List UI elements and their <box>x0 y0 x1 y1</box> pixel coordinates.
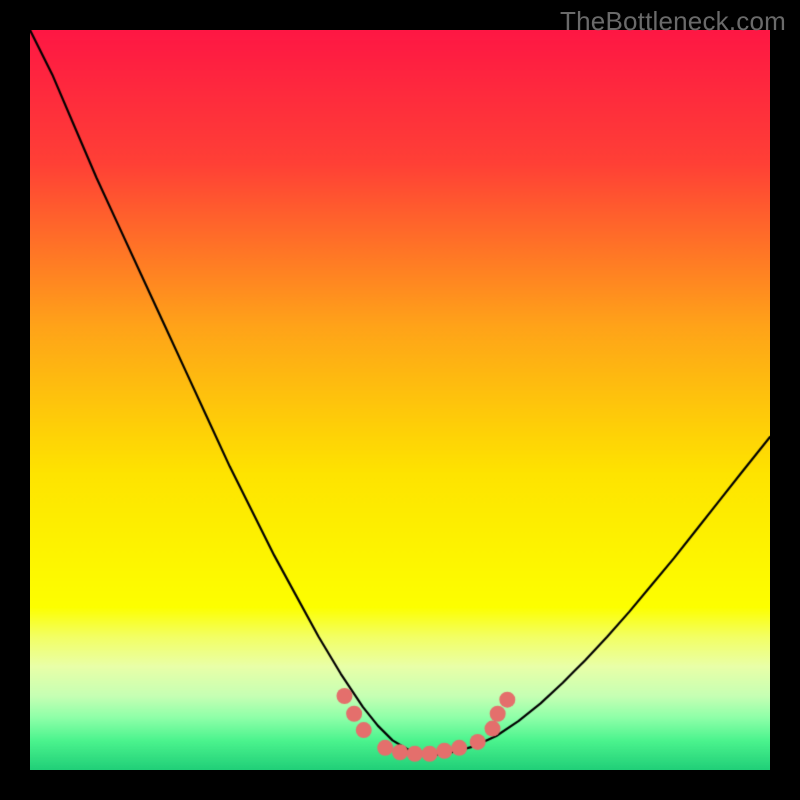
watermark-label: TheBottleneck.com <box>560 6 786 37</box>
chart-frame: TheBottleneck.com <box>0 0 800 800</box>
plot-area <box>30 30 770 770</box>
chart-canvas <box>30 30 770 770</box>
